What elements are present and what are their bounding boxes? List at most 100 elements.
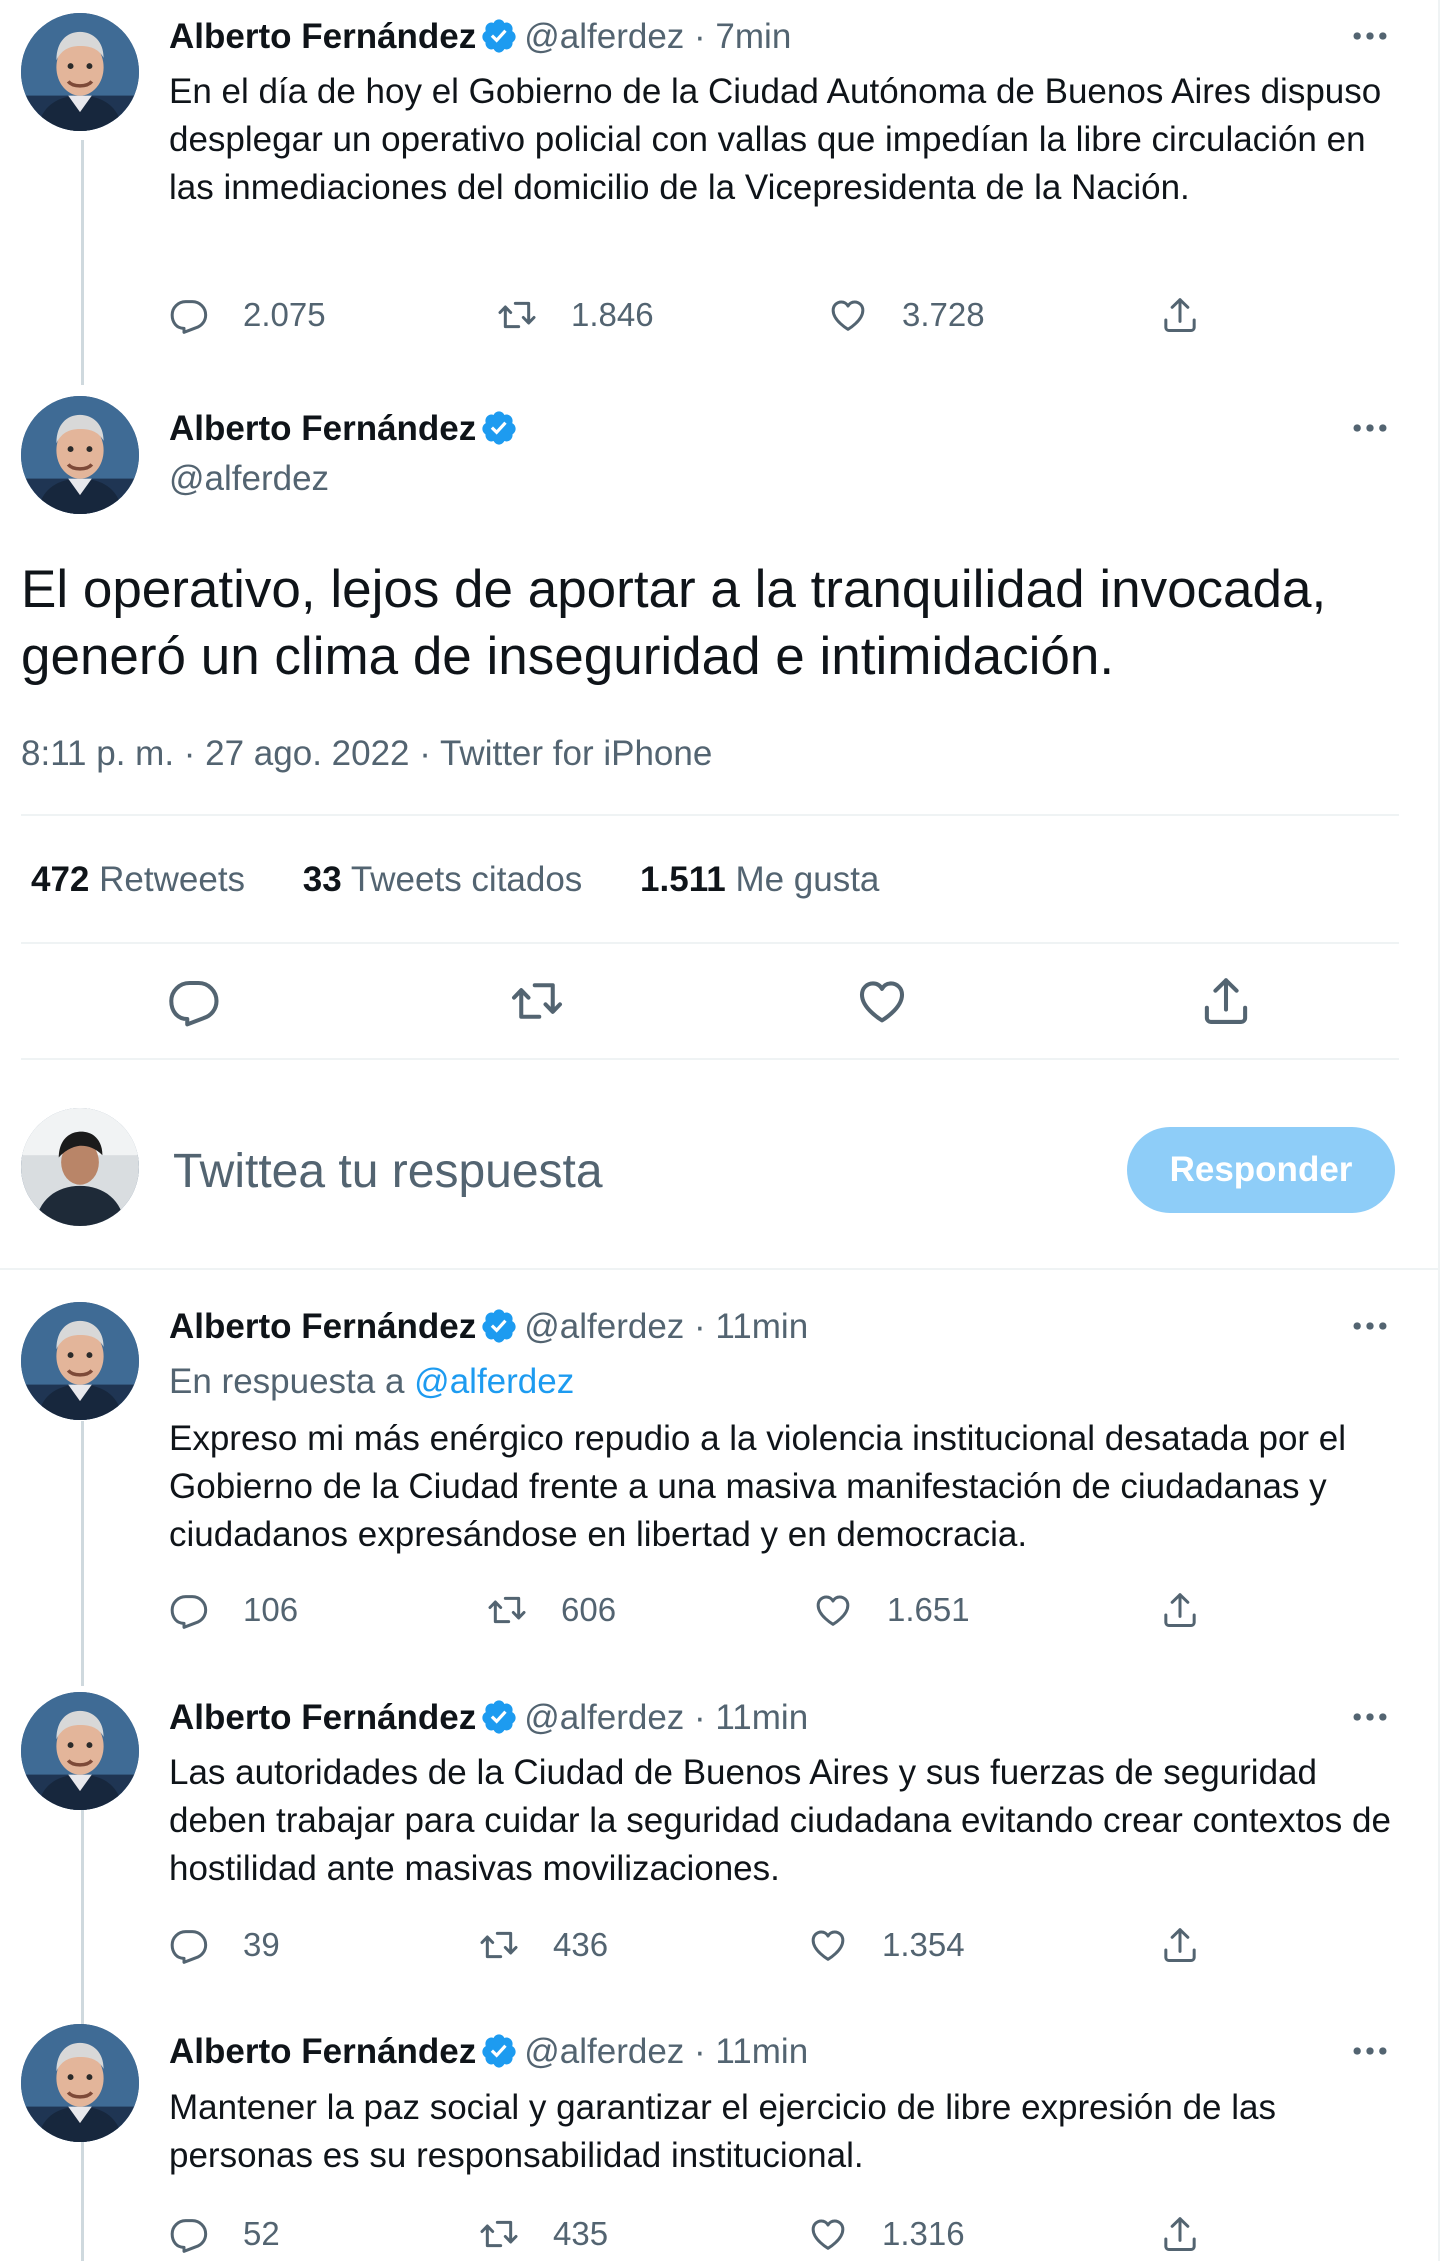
retweet-button[interactable]: 1.846 <box>497 295 654 335</box>
share-button[interactable] <box>1160 1925 1200 1965</box>
like-button[interactable]: 1.316 <box>808 2214 965 2254</box>
like-icon[interactable] <box>855 974 909 1028</box>
author-name[interactable]: Alberto Fernández <box>169 1307 476 1346</box>
reply-count: 106 <box>243 1591 299 1628</box>
like-button[interactable]: 1.651 <box>813 1590 970 1630</box>
like-icon <box>828 295 868 335</box>
like-icon <box>808 1925 848 1965</box>
reply-prefix: En respuesta a <box>169 1362 405 1401</box>
reply-button[interactable]: 39 <box>169 1925 280 1965</box>
retweets-stat[interactable]: 472 Retweets <box>31 860 245 899</box>
more-options-icon[interactable] <box>1348 1304 1392 1348</box>
likes-total: 1.511 <box>640 860 726 899</box>
quotes-stat[interactable]: 33 Tweets citados <box>303 860 583 899</box>
author-handle[interactable]: @alferdez <box>524 1698 684 1737</box>
author-handle[interactable]: @alferdez <box>524 17 684 56</box>
author-handle[interactable]: @alferdez <box>169 459 329 498</box>
author-handle[interactable]: @alferdez <box>524 2032 684 2071</box>
avatar[interactable] <box>21 2024 139 2142</box>
reply-icon <box>169 295 209 335</box>
tweet-text: Expreso mi más enérgico repudio a la vio… <box>169 1419 1347 1554</box>
like-count: 1.316 <box>882 2215 965 2252</box>
retweet-button[interactable]: 606 <box>487 1590 616 1630</box>
like-button[interactable]: 1.354 <box>808 1925 965 1965</box>
tweet-time[interactable]: · 11min <box>694 2032 808 2071</box>
tweet-timestamp[interactable]: 8:11 p. m. · 27 ago. 2022 · Twitter for … <box>21 734 712 774</box>
avatar[interactable] <box>21 13 139 131</box>
reply-icon[interactable] <box>167 974 221 1028</box>
reply-button[interactable]: 52 <box>169 2214 280 2254</box>
tweet-text: En el día de hoy el Gobierno de la Ciuda… <box>169 72 1382 207</box>
engagement-stats: 472 Retweets 33 Tweets citados 1.511 Me … <box>31 860 927 900</box>
verified-badge-icon <box>480 17 518 55</box>
more-options-icon[interactable] <box>1348 1695 1392 1739</box>
tweet-time[interactable]: · 11min <box>694 1698 808 1737</box>
main-tweet-header: Alberto Fernández <box>169 408 524 450</box>
reply-button[interactable]: 2.075 <box>169 295 326 335</box>
tweet-header: Alberto Fernández @alferdez · 11min <box>169 2031 808 2073</box>
tweet-time[interactable]: · 11min <box>694 1307 808 1346</box>
reply-submit-button[interactable]: Responder <box>1127 1127 1395 1213</box>
retweet-button[interactable]: 435 <box>479 2214 608 2254</box>
avatar[interactable] <box>21 1692 139 1810</box>
likes-stat[interactable]: 1.511 Me gusta <box>640 860 879 899</box>
quotes-label: Tweets citados <box>350 860 583 899</box>
tweet-time[interactable]: · 7min <box>694 17 791 56</box>
more-options-icon[interactable] <box>1348 2029 1392 2073</box>
reply-count: 52 <box>243 2215 280 2252</box>
share-icon <box>1160 1925 1200 1965</box>
share-button[interactable] <box>1160 1590 1200 1630</box>
author-name[interactable]: Alberto Fernández <box>169 17 476 56</box>
author-name[interactable]: Alberto Fernández <box>169 409 476 448</box>
like-button[interactable]: 3.728 <box>828 295 985 335</box>
share-icon <box>1160 2214 1200 2254</box>
verified-badge-icon <box>480 409 518 447</box>
tweet-header: Alberto Fernández @alferdez · 7min <box>169 16 791 58</box>
reply-icon <box>169 1590 209 1630</box>
like-count: 1.354 <box>882 1926 965 1963</box>
retweet-button[interactable]: 436 <box>479 1925 608 1965</box>
tweet-header: Alberto Fernández @alferdez · 11min <box>169 1697 808 1739</box>
like-icon <box>808 2214 848 2254</box>
retweet-icon <box>497 295 537 335</box>
tweet-header: Alberto Fernández @alferdez · 11min <box>169 1306 808 1348</box>
more-options-icon[interactable] <box>1348 14 1392 58</box>
reply-icon <box>169 1925 209 1965</box>
tweet-thread-page: Alberto Fernández @alferdez · 7min En el … <box>0 0 1440 2261</box>
likes-label: Me gusta <box>735 860 880 899</box>
author-name[interactable]: Alberto Fernández <box>169 1698 476 1737</box>
retweet-icon[interactable] <box>510 974 564 1028</box>
author-handle[interactable]: @alferdez <box>524 1307 684 1346</box>
like-count: 3.728 <box>902 296 985 333</box>
retweet-count: 435 <box>553 2215 609 2252</box>
more-options-icon[interactable] <box>1348 406 1392 450</box>
divider <box>21 814 1399 816</box>
main-tweet-text: El operativo, lejos de aportar a la tran… <box>21 560 1327 686</box>
thread-connector <box>81 1421 84 1686</box>
share-button[interactable] <box>1160 295 1200 335</box>
quotes-total: 33 <box>302 860 342 899</box>
thread-connector <box>81 2142 84 2261</box>
retweets-label: Retweets <box>99 860 246 899</box>
author-handle-row: @alferdez <box>169 458 329 500</box>
reply-context: En respuesta a @alferdez <box>169 1358 1399 1406</box>
share-button[interactable] <box>1160 2214 1200 2254</box>
divider <box>0 1268 1438 1270</box>
reply-button[interactable]: 106 <box>169 1590 298 1630</box>
user-avatar[interactable] <box>21 1108 139 1226</box>
share-icon[interactable] <box>1199 974 1253 1028</box>
avatar[interactable] <box>21 396 139 514</box>
like-icon <box>813 1590 853 1630</box>
author-name[interactable]: Alberto Fernández <box>169 2032 476 2071</box>
verified-badge-icon <box>480 1307 518 1345</box>
avatar[interactable] <box>21 1302 139 1420</box>
reply-input[interactable] <box>173 1140 993 1202</box>
thread-connector <box>81 140 84 385</box>
reply-icon <box>169 2214 209 2254</box>
verified-badge-icon <box>480 1698 518 1736</box>
thread-connector <box>81 1810 84 2030</box>
share-icon <box>1160 1590 1200 1630</box>
reply-count: 39 <box>243 1926 280 1963</box>
reply-to-link[interactable]: @alferdez <box>414 1362 574 1401</box>
retweet-count: 436 <box>553 1926 609 1963</box>
